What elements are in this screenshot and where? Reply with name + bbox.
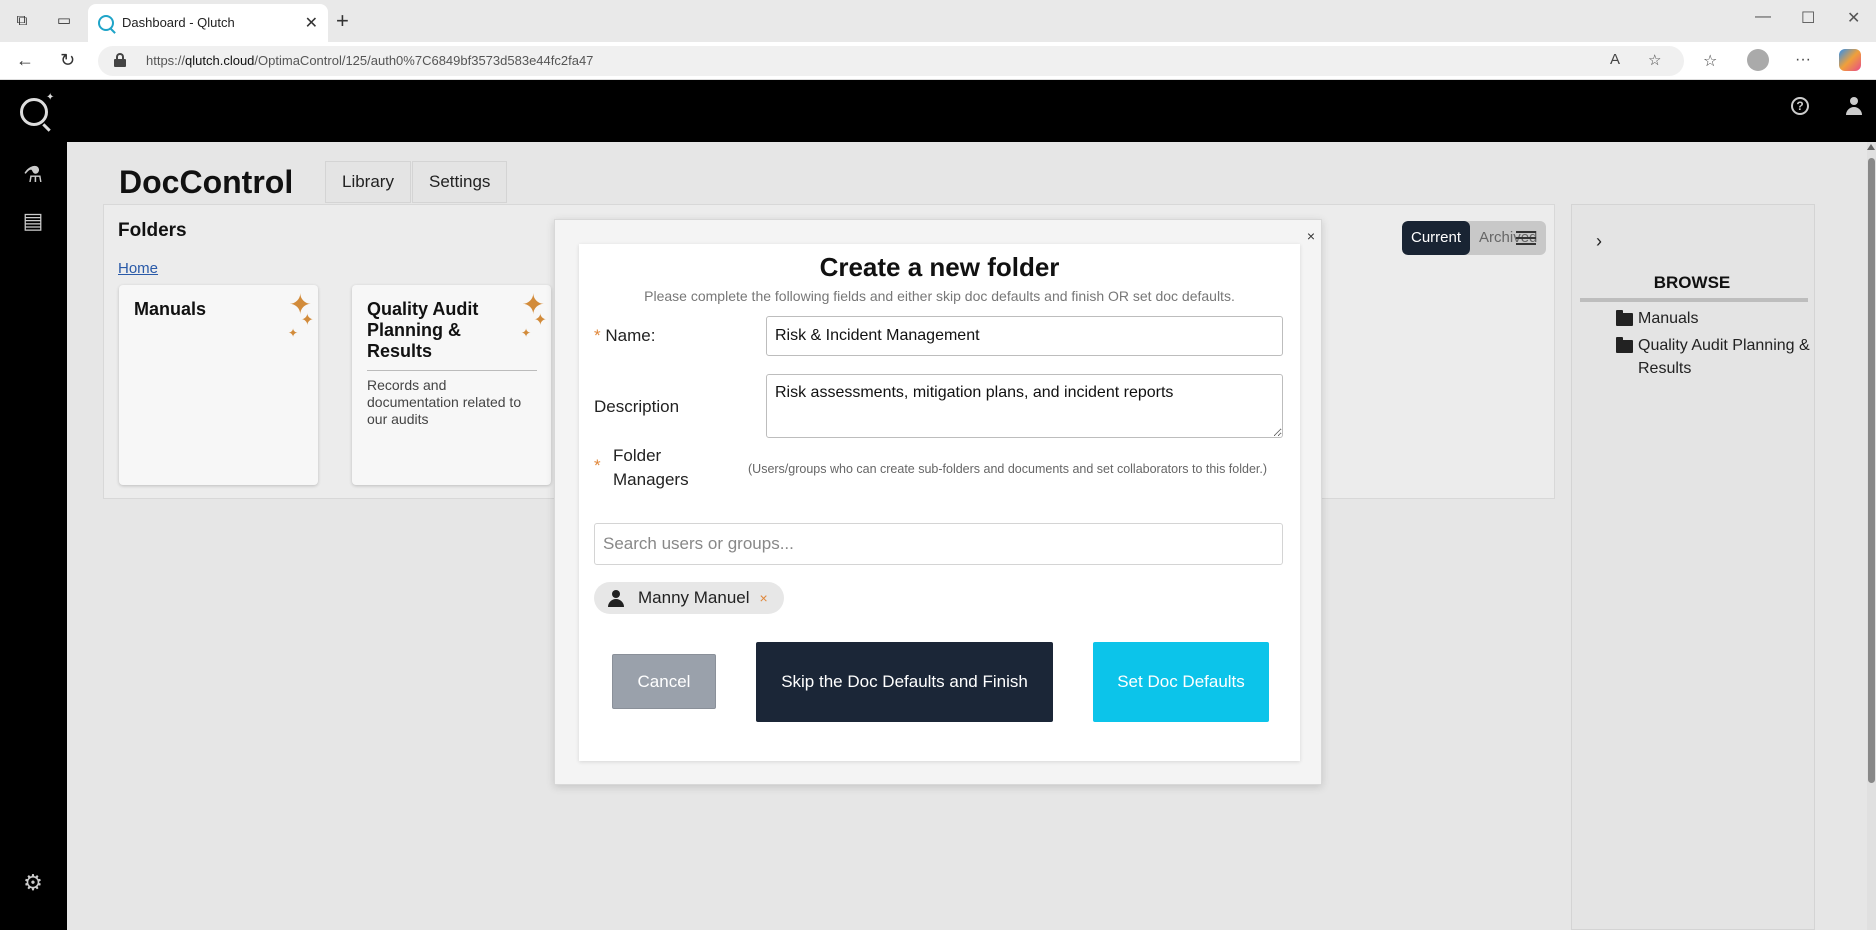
user-icon-body xyxy=(608,599,624,607)
required-asterisk: * xyxy=(594,456,601,475)
profile-avatar[interactable] xyxy=(1747,49,1769,71)
modal-form: Create a new folder Please complete the … xyxy=(579,244,1300,761)
help-icon[interactable]: ? xyxy=(1791,97,1809,115)
logo-sparkle-icon: ✦ xyxy=(46,92,55,103)
read-aloud-icon[interactable]: A xyxy=(1610,51,1620,68)
minimize-icon[interactable]: — xyxy=(1755,8,1771,26)
refresh-icon[interactable]: ↻ xyxy=(60,50,75,71)
modal-subtitle: Please complete the following fields and… xyxy=(644,288,1235,304)
url-field[interactable]: https://qlutch.cloud/OptimaControl/125/a… xyxy=(98,46,1684,76)
workspaces-icon[interactable]: ⧉ xyxy=(12,11,32,31)
maximize-icon[interactable]: ☐ xyxy=(1801,8,1815,28)
favorite-star-icon[interactable]: ☆ xyxy=(1648,51,1661,69)
tab-actions-icon[interactable]: ▭ xyxy=(54,11,74,31)
user-icon xyxy=(612,590,620,598)
back-icon[interactable]: ← xyxy=(16,50,34,71)
close-tab-icon[interactable]: ✕ xyxy=(305,13,318,33)
more-options-icon[interactable]: ··· xyxy=(1795,51,1811,69)
browser-tab-title: Dashboard - Qlutch xyxy=(122,15,235,30)
set-doc-defaults-button[interactable]: Set Doc Defaults xyxy=(1093,642,1269,722)
copilot-icon[interactable] xyxy=(1839,49,1861,71)
remove-chip-icon[interactable]: × xyxy=(760,582,768,614)
create-folder-modal: × Create a new folder Please complete th… xyxy=(554,219,1322,785)
name-label: * Name: xyxy=(594,326,656,345)
required-asterisk: * xyxy=(594,326,601,345)
browser-tab-bar: ⧉ ▭ Dashboard - Qlutch ✕ + — ☐ ✕ xyxy=(0,0,1876,42)
lock-icon xyxy=(114,53,126,67)
url-text: https://qlutch.cloud/OptimaControl/125/a… xyxy=(146,53,594,68)
app-header: ✦ ? xyxy=(0,80,1876,142)
name-input[interactable] xyxy=(766,316,1283,356)
window-close-icon[interactable]: ✕ xyxy=(1847,8,1860,28)
description-textarea[interactable]: Risk assessments, mitigation plans, and … xyxy=(766,374,1283,438)
qlutch-logo-icon[interactable] xyxy=(20,98,48,126)
search-users-input[interactable] xyxy=(594,523,1283,565)
folder-managers-label: Folder Managers xyxy=(613,446,689,489)
modal-close-icon[interactable]: × xyxy=(1307,228,1315,244)
qlutch-favicon-icon xyxy=(98,15,114,31)
skip-defaults-finish-button[interactable]: Skip the Doc Defaults and Finish xyxy=(756,642,1053,722)
browser-tab-active[interactable]: Dashboard - Qlutch ✕ xyxy=(88,4,328,42)
browser-address-bar: ← ↻ https://qlutch.cloud/OptimaControl/1… xyxy=(0,42,1876,80)
folder-managers-hint: (Users/groups who can create sub-folders… xyxy=(748,462,1268,476)
new-tab-icon[interactable]: + xyxy=(336,8,349,34)
description-label: Description xyxy=(594,397,680,416)
favorites-icon[interactable]: ☆ xyxy=(1703,51,1717,71)
modal-title: Create a new folder xyxy=(819,252,1060,282)
user-account-icon[interactable] xyxy=(1844,96,1864,116)
cancel-button[interactable]: Cancel xyxy=(612,654,716,709)
chip-name: Manny Manuel xyxy=(638,588,750,607)
manager-chip: Manny Manuel × xyxy=(594,582,784,614)
